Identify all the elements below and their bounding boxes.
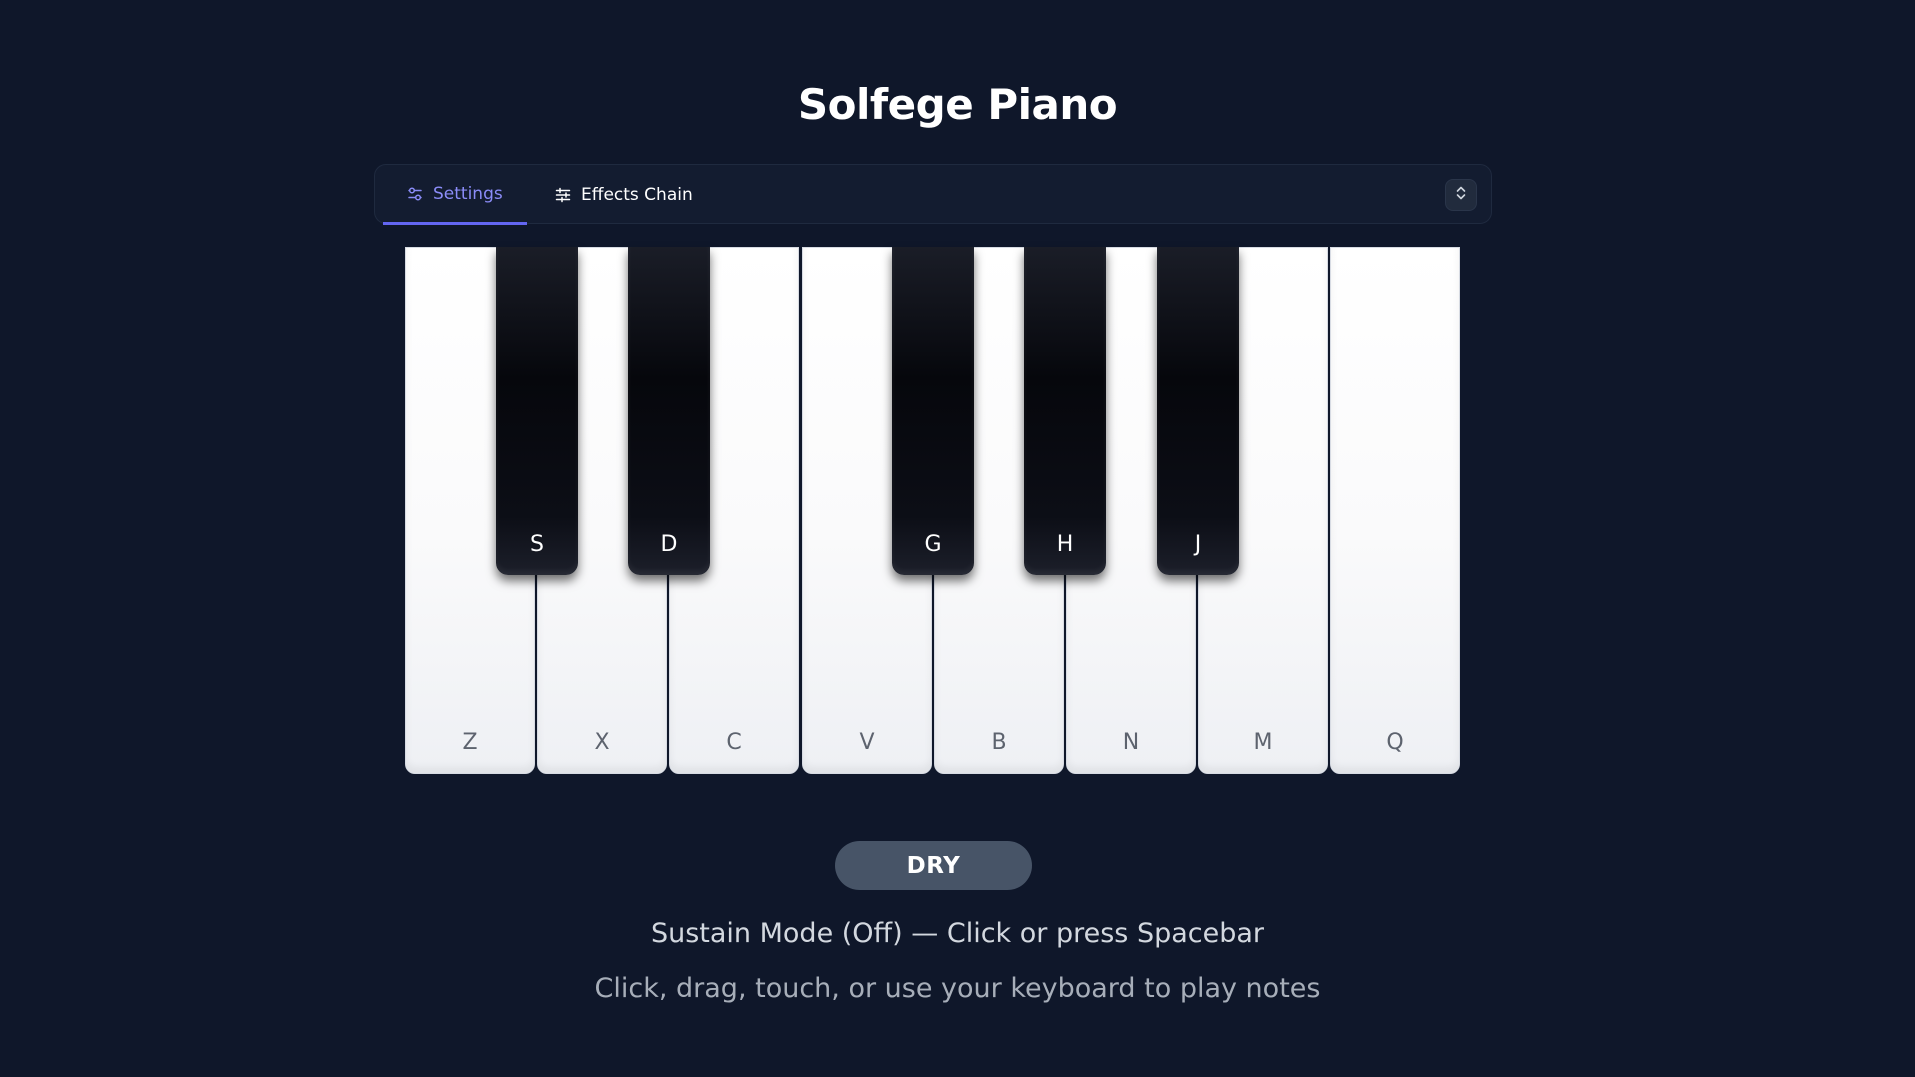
key-label: C bbox=[726, 730, 742, 755]
key-label: X bbox=[594, 730, 610, 755]
tab-effects-chain[interactable]: Effects Chain bbox=[555, 165, 715, 225]
tab-effects-chain-label: Effects Chain bbox=[581, 185, 693, 205]
key-label: S bbox=[530, 532, 544, 557]
equalizer-icon bbox=[555, 187, 571, 203]
black-key-j[interactable]: J bbox=[1157, 247, 1239, 575]
page-title: Solfege Piano bbox=[797, 80, 1118, 129]
black-key-d[interactable]: D bbox=[628, 247, 710, 575]
key-label: M bbox=[1253, 730, 1273, 755]
tab-settings-label: Settings bbox=[433, 183, 503, 204]
key-label: N bbox=[1122, 730, 1140, 755]
sustain-mode-toggle[interactable]: Sustain Mode (Off) — Click or press Spac… bbox=[0, 918, 1915, 949]
black-key-h[interactable]: H bbox=[1024, 247, 1106, 575]
key-label: B bbox=[991, 730, 1007, 755]
key-label: Q bbox=[1386, 730, 1404, 755]
key-label: G bbox=[924, 532, 942, 557]
key-label: J bbox=[1194, 532, 1202, 557]
tab-settings[interactable]: Settings bbox=[383, 165, 527, 225]
key-label: D bbox=[660, 532, 678, 557]
black-key-s[interactable]: S bbox=[496, 247, 578, 575]
piano-keyboard: Z X C V B N M Q S D G H J bbox=[405, 247, 1462, 775]
collapse-toolbar-button[interactable] bbox=[1445, 179, 1477, 211]
key-label: V bbox=[859, 730, 875, 755]
key-label: Z bbox=[462, 730, 478, 755]
sliders-icon bbox=[407, 186, 423, 202]
mode-badge[interactable]: DRY bbox=[835, 841, 1032, 890]
settings-toolbar: Settings Effects Chain bbox=[374, 164, 1492, 225]
black-key-g[interactable]: G bbox=[892, 247, 974, 575]
instructions-text: Click, drag, touch, or use your keyboard… bbox=[594, 973, 1321, 1004]
chevron-up-down-icon bbox=[1454, 185, 1468, 205]
white-key-q[interactable]: Q bbox=[1330, 247, 1460, 774]
key-label: H bbox=[1056, 532, 1074, 557]
app-page: Solfege Piano Settings Effects Chain Z X… bbox=[0, 0, 1915, 1077]
